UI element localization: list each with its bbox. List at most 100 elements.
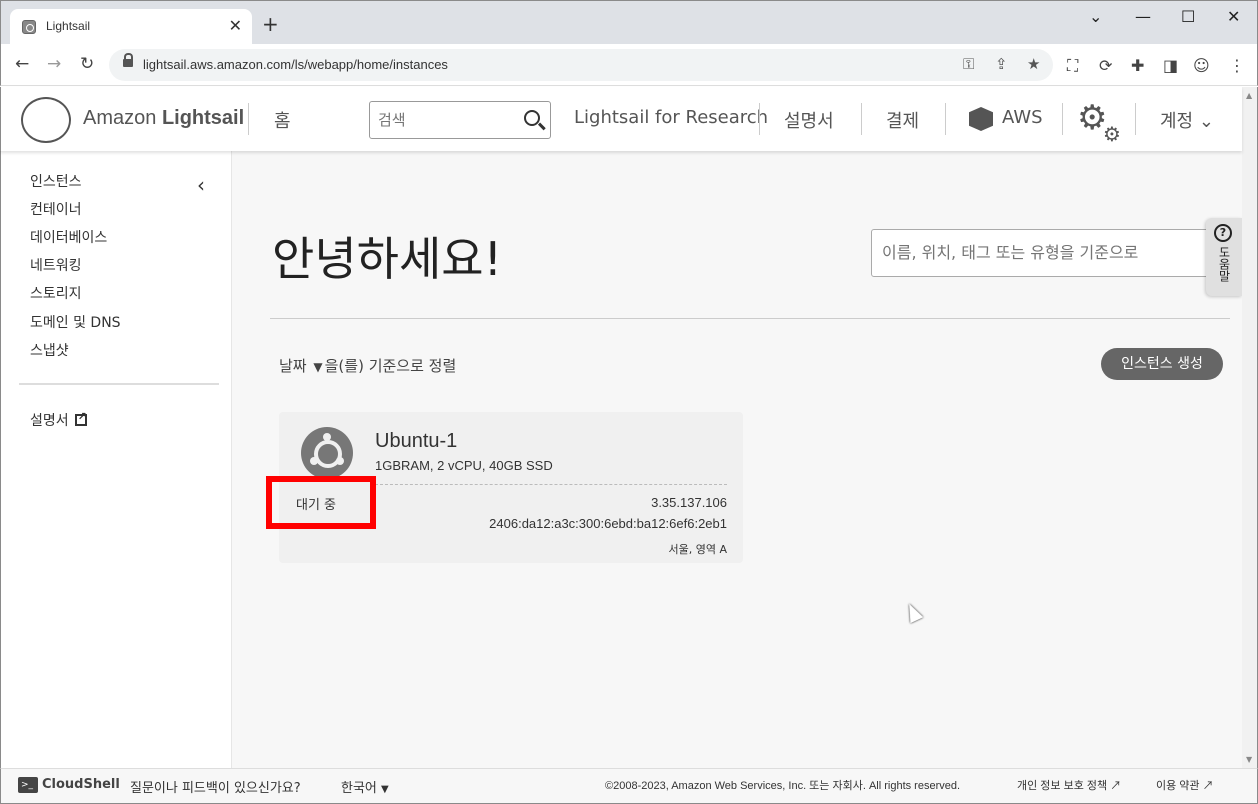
sidebar-docs-label: 설명서 xyxy=(30,413,69,429)
footer: >_ CloudShell 질문이나 피드백이 있으신가요? 한국어 ▼ ©20… xyxy=(0,768,1258,804)
privacy-label: 개인 정보 보호 정책 xyxy=(1017,780,1108,792)
aws-cube-icon[interactable] xyxy=(969,107,993,131)
create-instance-button[interactable]: 인스턴스 생성 xyxy=(1101,348,1223,380)
browser-menu-icon[interactable]: ⋮ xyxy=(1229,56,1245,75)
tab-search-chevron-icon[interactable]: ⌄ xyxy=(1089,7,1102,26)
lightsail-favicon-icon xyxy=(22,20,36,34)
url-text: lightsail.aws.amazon.com/ls/webapp/home/… xyxy=(143,57,448,72)
screenshot-icon[interactable]: ⛶ xyxy=(1067,56,1078,76)
ubuntu-icon xyxy=(301,427,353,479)
chevron-down-icon: ▼ xyxy=(381,784,389,795)
feedback-link[interactable]: 질문이나 피드백이 있으신가요? xyxy=(130,777,301,796)
sidebar-item-storage[interactable]: 스토리지 xyxy=(30,283,82,303)
privacy-link[interactable]: 개인 정보 보호 정책 ↗ xyxy=(1017,777,1121,793)
bookmark-star-icon[interactable]: ★ xyxy=(1027,55,1040,73)
instance-card[interactable]: Ubuntu-1 1GBRAM, 2 vCPU, 40GB SSD 대기 중 3… xyxy=(266,412,743,563)
maximize-button[interactable]: ☐ xyxy=(1181,7,1195,26)
forward-arrow-icon[interactable]: → xyxy=(47,54,61,74)
tab-title: Lightsail xyxy=(46,19,91,33)
header-search-input[interactable] xyxy=(378,111,508,129)
language-label: 한국어 xyxy=(341,781,377,796)
browser-tab[interactable]: Lightsail ✕ xyxy=(10,9,252,45)
sidebar-item-databases[interactable]: 데이터베이스 xyxy=(30,227,107,247)
sidebar-divider xyxy=(19,383,219,385)
sidebar-item-networking[interactable]: 네트워킹 xyxy=(30,255,82,275)
cloudshell-link[interactable]: CloudShell xyxy=(42,777,120,792)
cloudshell-icon[interactable]: >_ xyxy=(18,777,38,793)
help-tab[interactable]: ? 도움말 xyxy=(1206,218,1242,296)
home-link[interactable]: 홈 xyxy=(274,107,291,133)
sort-control: 날짜 ▼ 을(를) 기준으로 정렬 xyxy=(279,355,456,376)
minimize-button[interactable]: — xyxy=(1135,7,1151,26)
instance-name-link[interactable]: Ubuntu-1 xyxy=(375,430,457,453)
page-greeting: 안녕하세요! xyxy=(272,232,503,286)
profile-avatar-icon[interactable]: ☺ xyxy=(1193,56,1210,75)
mouse-cursor-icon xyxy=(902,600,924,624)
header-search[interactable] xyxy=(369,101,551,139)
instance-filter[interactable] xyxy=(871,229,1211,277)
share-icon[interactable]: ⇪ xyxy=(995,55,1008,73)
new-tab-button[interactable]: + xyxy=(262,14,279,34)
aws-link[interactable]: AWS xyxy=(1002,107,1043,128)
lightsail-logo-text[interactable]: Amazon Lightsail xyxy=(83,107,244,130)
main-content: 안녕하세요! ? 도움말 날짜 ▼을(를) 기준으로 정렬 인스턴스 생성 Ub… xyxy=(232,151,1242,768)
account-menu[interactable]: 계정 ⌄ xyxy=(1160,107,1214,133)
sidebar-item-domains-dns[interactable]: 도메인 및 DNS xyxy=(30,312,121,332)
external-link-icon: ↗ xyxy=(1110,780,1122,792)
sort-field-dropdown[interactable]: 날짜 ▼ xyxy=(279,357,325,375)
sidebar-docs-link[interactable]: 설명서 xyxy=(30,410,87,430)
external-link-icon: ↗ xyxy=(1202,780,1214,792)
header-divider xyxy=(1135,103,1136,135)
header-divider xyxy=(861,103,862,135)
header-divider xyxy=(759,103,760,135)
sidebar-item-containers[interactable]: 컨테이너 xyxy=(30,199,82,219)
status-highlight-box xyxy=(266,476,376,529)
extensions-puzzle-icon[interactable]: ✚ xyxy=(1131,56,1144,75)
header-divider xyxy=(945,103,946,135)
research-link[interactable]: Lightsail for Research xyxy=(574,107,768,128)
sort-suffix: 을(를) 기준으로 정렬 xyxy=(324,357,457,375)
tab-close-icon[interactable]: ✕ xyxy=(229,16,242,35)
url-omnibox[interactable]: lightsail.aws.amazon.com/ls/webapp/home/… xyxy=(109,49,1053,81)
sidebar-item-instances[interactable]: 인스턴스 xyxy=(30,171,82,191)
search-icon[interactable] xyxy=(524,110,540,126)
instance-spec: 1GBRAM, 2 vCPU, 40GB SSD xyxy=(375,458,553,473)
browser-address-bar: ← → ↻ lightsail.aws.amazon.com/ls/webapp… xyxy=(0,44,1258,86)
external-link-icon xyxy=(74,410,87,426)
scroll-up-icon[interactable]: ▲ xyxy=(1246,91,1252,100)
docs-link[interactable]: 설명서 xyxy=(784,107,834,133)
settings-gear-icon[interactable]: ⚙ ⚙ xyxy=(1077,101,1125,146)
lightsail-header: Amazon Lightsail 홈 Lightsail for Researc… xyxy=(0,87,1242,151)
question-icon: ? xyxy=(1214,224,1232,242)
instance-filter-input[interactable] xyxy=(882,243,1202,262)
terms-label: 이용 약관 xyxy=(1156,780,1200,792)
collapse-chevron-left-icon[interactable]: ‹ xyxy=(197,173,205,197)
scroll-down-icon[interactable]: ▼ xyxy=(1246,755,1252,764)
chevron-down-icon: ▼ xyxy=(313,360,323,374)
reload-icon[interactable]: ↻ xyxy=(80,54,94,74)
side-panel-icon[interactable]: ◨ xyxy=(1163,56,1178,75)
instance-ipv4: 3.35.137.106 xyxy=(651,495,727,510)
sidebar-item-snapshots[interactable]: 스냅샷 xyxy=(30,340,69,360)
refresh-extension-icon[interactable]: ⟳ xyxy=(1099,56,1112,75)
key-icon[interactable]: ⚿ xyxy=(963,55,974,73)
sidebar: ‹ 인스턴스 컨테이너 데이터베이스 네트워킹 스토리지 도메인 및 DNS 스… xyxy=(0,151,232,768)
instance-region: 서울, 영역 A xyxy=(668,543,728,556)
card-divider xyxy=(375,484,727,485)
header-divider xyxy=(248,103,249,135)
instance-ipv6: 2406:da12:a3c:300:6ebd:ba12:6ef6:2eb1 xyxy=(489,516,727,531)
back-arrow-icon[interactable]: ← xyxy=(15,54,29,74)
billing-link[interactable]: 결제 xyxy=(886,107,919,133)
terms-link[interactable]: 이용 약관 ↗ xyxy=(1156,777,1214,793)
language-selector[interactable]: 한국어 ▼ xyxy=(341,777,389,796)
logo-bold: Lightsail xyxy=(161,107,245,129)
lightsail-logo-icon[interactable] xyxy=(21,97,71,143)
logo-prefix: Amazon xyxy=(83,107,162,129)
browser-tab-bar: Lightsail ✕ + ⌄ — ☐ ✕ xyxy=(0,0,1258,45)
main-divider xyxy=(270,318,1230,319)
help-label: 도움말 xyxy=(1217,246,1231,282)
lock-icon[interactable] xyxy=(123,53,133,69)
copyright: ©2008-2023, Amazon Web Services, Inc. 또는… xyxy=(605,780,961,792)
window-close-button[interactable]: ✕ xyxy=(1227,7,1240,26)
page-scrollbar[interactable]: ▲ ▼ xyxy=(1242,87,1258,768)
